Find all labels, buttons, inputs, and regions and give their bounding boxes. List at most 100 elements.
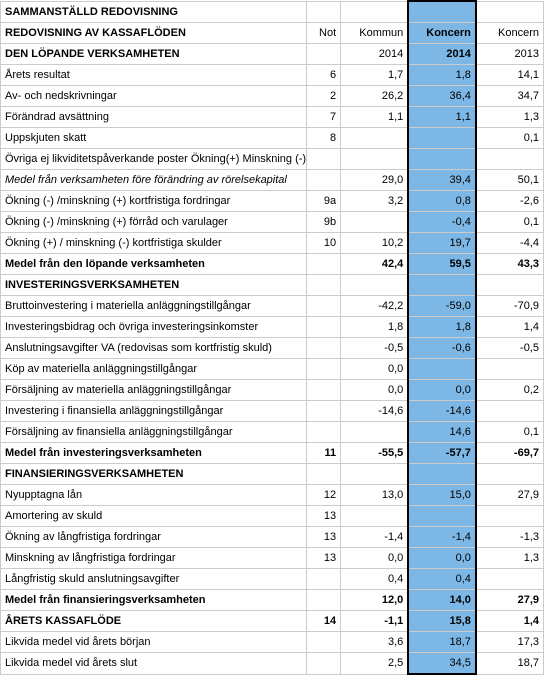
wc-c3: -2,6 xyxy=(476,191,544,212)
fin-not: 13 xyxy=(307,527,341,548)
section-inv: INVESTERINGSVERKSAMHETEN xyxy=(1,275,307,296)
fin-label: Ökning av långfristiga fordringar xyxy=(1,527,307,548)
op-sub1-not xyxy=(307,170,341,191)
op-c3: 0,1 xyxy=(476,128,544,149)
inv-c3: 1,4 xyxy=(476,317,544,338)
inv-label: Försäljning av materiella anläggningstil… xyxy=(1,380,307,401)
inv-c1: 1,8 xyxy=(341,317,409,338)
op-not: 8 xyxy=(307,128,341,149)
inv-label: Bruttoinvestering i materiella anläggnin… xyxy=(1,296,307,317)
op-total-c1: 42,4 xyxy=(341,254,409,275)
op-label: Övriga ej likviditetspåverkande poster Ö… xyxy=(1,149,307,170)
wc-not: 9a xyxy=(307,191,341,212)
inv-c2: -14,6 xyxy=(408,401,476,422)
inv-h-c3 xyxy=(476,275,544,296)
op-c1 xyxy=(341,128,409,149)
inv-h-not xyxy=(307,275,341,296)
inv-label: Köp av materiella anläggningstillgångar xyxy=(1,359,307,380)
op-not: 6 xyxy=(307,65,341,86)
fin-c1: 0,4 xyxy=(341,569,409,590)
inv-label: Försäljning av finansiella anläggningsti… xyxy=(1,422,307,443)
fin-c2: 0,4 xyxy=(408,569,476,590)
op-c3 xyxy=(476,149,544,170)
fin-total-c1: 12,0 xyxy=(341,590,409,611)
fin-h-c3 xyxy=(476,464,544,485)
fin-h-not xyxy=(307,464,341,485)
cashflow-table: SAMMANSTÄLLD REDOVISNINGREDOVISNING AV K… xyxy=(0,0,544,675)
inv-total-c1: -55,5 xyxy=(341,443,409,464)
wc-not: 9b xyxy=(307,212,341,233)
inv-c3: -70,9 xyxy=(476,296,544,317)
fin-c2: 0,0 xyxy=(408,548,476,569)
op-sub1-c1: 29,0 xyxy=(341,170,409,191)
fin-c2: 15,0 xyxy=(408,485,476,506)
inv-not xyxy=(307,338,341,359)
year-total-c3: 1,4 xyxy=(476,611,544,632)
wc-c1: 10,2 xyxy=(341,233,409,254)
op-not: 7 xyxy=(307,107,341,128)
wc-c3: -4,4 xyxy=(476,233,544,254)
fin-total-c2: 14,0 xyxy=(408,590,476,611)
op-label: Förändrad avsättning xyxy=(1,107,307,128)
inv-not xyxy=(307,359,341,380)
header-label: REDOVISNING AV KASSAFLÖDEN xyxy=(1,23,307,44)
y-not xyxy=(307,44,341,65)
op-c3: 1,3 xyxy=(476,107,544,128)
fin-label: Amortering av skuld xyxy=(1,506,307,527)
inv-c1 xyxy=(341,422,409,443)
fin-label: Nyupptagna lån xyxy=(1,485,307,506)
inv-total-c3: -69,7 xyxy=(476,443,544,464)
inv-c1: -42,2 xyxy=(341,296,409,317)
inv-c2: -59,0 xyxy=(408,296,476,317)
wc-c3: 0,1 xyxy=(476,212,544,233)
op-label: Årets resultat xyxy=(1,65,307,86)
fin-c1: 0,0 xyxy=(341,548,409,569)
op-not xyxy=(307,149,341,170)
op-sub1-label: Medel från verksamheten före förändring … xyxy=(1,170,307,191)
fin-c2: -1,4 xyxy=(408,527,476,548)
header-c3: Koncern xyxy=(476,23,544,44)
inv-total-label: Medel från investeringsverksamheten xyxy=(1,443,307,464)
fin-c3 xyxy=(476,569,544,590)
wc-label: Ökning (-) /minskning (+) kortfristiga f… xyxy=(1,191,307,212)
fin-c3: -1,3 xyxy=(476,527,544,548)
inv-c1: -0,5 xyxy=(341,338,409,359)
liq-end-c3: 18,7 xyxy=(476,653,544,675)
op-c3: 14,1 xyxy=(476,65,544,86)
op-total-not xyxy=(307,254,341,275)
fin-not: 13 xyxy=(307,548,341,569)
wc-c1: 3,2 xyxy=(341,191,409,212)
inv-c2: 0,0 xyxy=(408,380,476,401)
inv-label: Investeringsbidrag och övriga investerin… xyxy=(1,317,307,338)
year-total-c2: 15,8 xyxy=(408,611,476,632)
op-c1: 1,7 xyxy=(341,65,409,86)
op-c1 xyxy=(341,149,409,170)
wc-not: 10 xyxy=(307,233,341,254)
op-c3: 34,7 xyxy=(476,86,544,107)
inv-h-c1 xyxy=(341,275,409,296)
fin-h-c2 xyxy=(408,464,476,485)
inv-c1: -14,6 xyxy=(341,401,409,422)
fin-total-label: Medel från finansieringsverksamheten xyxy=(1,590,307,611)
year-total-label: ÅRETS KASSAFLÖDE xyxy=(1,611,307,632)
fin-h-c1 xyxy=(341,464,409,485)
inv-c3 xyxy=(476,401,544,422)
c1 xyxy=(341,1,409,23)
inv-c2: 14,6 xyxy=(408,422,476,443)
fin-label: Minskning av långfristiga fordringar xyxy=(1,548,307,569)
op-c2: 1,1 xyxy=(408,107,476,128)
fin-not: 12 xyxy=(307,485,341,506)
op-total-c3: 43,3 xyxy=(476,254,544,275)
inv-h-c2 xyxy=(408,275,476,296)
op-c2: 1,8 xyxy=(408,65,476,86)
fin-not: 13 xyxy=(307,506,341,527)
liq-end-label: Likvida medel vid årets slut xyxy=(1,653,307,675)
inv-not xyxy=(307,401,341,422)
inv-label: Investering i finansiella anläggningstil… xyxy=(1,401,307,422)
year-c2: 2014 xyxy=(408,44,476,65)
c3 xyxy=(476,1,544,23)
inv-not xyxy=(307,296,341,317)
liq-start-c1: 3,6 xyxy=(341,632,409,653)
inv-c2: -0,6 xyxy=(408,338,476,359)
inv-c2 xyxy=(408,359,476,380)
